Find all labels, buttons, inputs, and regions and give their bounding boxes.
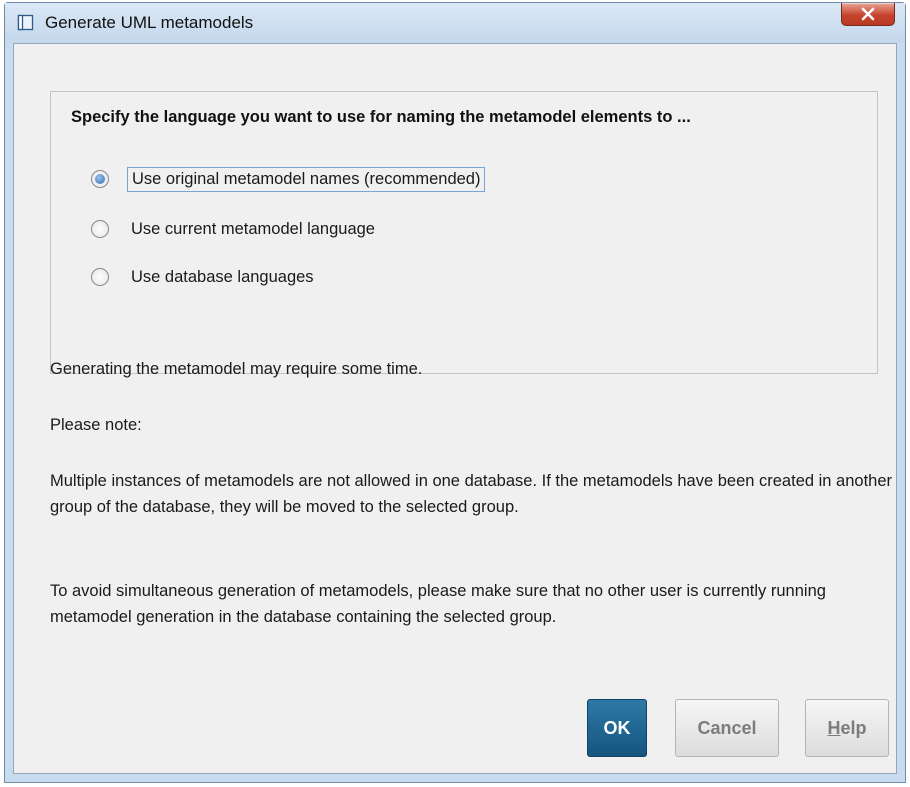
dialog-window: Generate UML metamodels Specify the lang… xyxy=(4,2,906,783)
instances-note-text: Multiple instances of metamodels are not… xyxy=(50,472,893,516)
radio-button-current-language[interactable] xyxy=(91,220,109,238)
close-button[interactable] xyxy=(841,3,895,26)
title-bar[interactable]: Generate UML metamodels xyxy=(5,3,905,43)
radio-label-current-language[interactable]: Use current metamodel language xyxy=(127,218,379,241)
time-note-text: Generating the metamodel may require som… xyxy=(50,360,423,378)
radio-option-original-names[interactable]: Use original metamodel names (recommende… xyxy=(91,164,486,194)
help-button-mnemonic: H xyxy=(827,717,841,738)
please-note-text: Please note: xyxy=(50,416,142,434)
language-group-box: Specify the language you want to use for… xyxy=(50,91,878,374)
help-button-label: elp xyxy=(840,717,867,738)
radio-button-database-languages[interactable] xyxy=(91,268,109,286)
radio-option-database-languages[interactable]: Use database languages xyxy=(91,262,318,292)
close-icon xyxy=(861,7,875,21)
radio-label-database-languages[interactable]: Use database languages xyxy=(127,266,318,289)
window-title: Generate UML metamodels xyxy=(45,13,254,32)
radio-button-original-names[interactable] xyxy=(91,170,109,188)
simultaneous-note-text: To avoid simultaneous generation of meta… xyxy=(50,582,826,626)
cancel-button[interactable]: Cancel xyxy=(675,699,779,757)
window-icon xyxy=(17,14,34,31)
dialog-content: Specify the language you want to use for… xyxy=(13,43,897,774)
radio-label-original-names[interactable]: Use original metamodel names (recommende… xyxy=(127,166,486,192)
radio-option-current-language[interactable]: Use current metamodel language xyxy=(91,214,379,244)
help-button[interactable]: Help xyxy=(805,699,889,757)
language-group-heading: Specify the language you want to use for… xyxy=(71,108,691,126)
ok-button[interactable]: OK xyxy=(587,699,647,757)
